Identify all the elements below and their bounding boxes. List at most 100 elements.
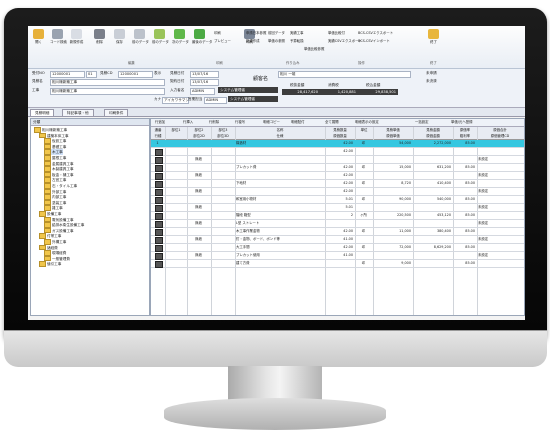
ribbon-button-0[interactable]: 開く: [31, 29, 46, 55]
ribbon-button-3[interactable]: 削除: [92, 29, 107, 55]
cell-unit[interactable]: ヶ所: [356, 212, 371, 219]
table-row[interactable]: 無垢 42.00 未設定: [151, 188, 524, 196]
cell-name[interactable]: 木工事作業金物: [236, 228, 323, 235]
cell-name[interactable]: プレカット費: [236, 164, 323, 171]
cell-qty[interactable]: 41.00: [326, 252, 353, 259]
estimate-date-field[interactable]: 13/07/16: [190, 71, 219, 78]
ribbon-button-1[interactable]: コード検索: [50, 29, 67, 55]
cell-qty[interactable]: 42.00: [326, 148, 353, 155]
row-type-icon[interactable]: [155, 205, 163, 212]
cell-b2[interactable]: 無垢: [188, 204, 209, 211]
grid-toolbar-item[interactable]: 行削除: [209, 119, 219, 126]
cell-no[interactable]: 1: [152, 140, 163, 147]
cell-b2[interactable]: 無垢: [188, 156, 209, 163]
grid-toolbar-item[interactable]: 明細コピー: [263, 119, 280, 126]
ribbon-button-7[interactable]: 次のデータ: [172, 29, 189, 55]
ribbon-small-item[interactable]: 単価比較参照: [304, 46, 324, 51]
table-row[interactable]: 1 構造材 42.00 坪 54,000 2,272,000 85.00: [151, 140, 524, 148]
tab-notes[interactable]: 特記事項・他: [62, 109, 94, 116]
receipt-suffix-field[interactable]: 01: [86, 71, 97, 78]
cell-name[interactable]: 大工手間: [236, 244, 323, 251]
cell-amount[interactable]: 8,629,200: [414, 244, 451, 251]
row-type-icon[interactable]: [155, 197, 163, 204]
cell-rate[interactable]: 85.00: [454, 140, 475, 147]
ribbon-small-item[interactable]: プレビュー: [214, 38, 231, 43]
ribbon-button-5[interactable]: 前のデータ: [132, 29, 149, 55]
cell-qty[interactable]: 2: [326, 212, 353, 219]
table-row[interactable]: 下地材 42.00 坪 8,720 410,400 85.00: [151, 180, 524, 188]
cell-qty[interactable]: 42.00: [326, 188, 353, 195]
cell-price[interactable]: 15,000: [374, 164, 411, 171]
cell-rate[interactable]: 85.00: [454, 228, 475, 235]
ribbon-button-2[interactable]: 新規作成: [69, 29, 84, 55]
ribbon-button-4[interactable]: 保存: [112, 29, 127, 55]
table-row[interactable]: 無垢 42.00 未設定: [151, 172, 524, 180]
ribbon-button-6[interactable]: 前のデータ: [152, 29, 169, 55]
tab-detail[interactable]: 見積明細: [30, 109, 55, 116]
cell-b2[interactable]: 無垢: [188, 172, 209, 179]
row-type-icon[interactable]: [155, 173, 163, 180]
cell-mark[interactable]: 未設定: [478, 156, 521, 163]
cell-mark[interactable]: 未設定: [478, 236, 521, 243]
cell-amount[interactable]: 380,400: [414, 228, 451, 235]
cell-name[interactable]: 和室用小物材: [236, 196, 323, 203]
cell-qty[interactable]: 42.00: [326, 244, 353, 251]
ribbon-small-item[interactable]: BCS-CSVインポート: [358, 38, 390, 43]
cell-mark[interactable]: 未設定: [478, 252, 521, 259]
ribbon-small-item[interactable]: BCS-CSVエクスポート: [358, 30, 393, 35]
ribbon-small-item[interactable]: 新規作成: [246, 38, 260, 43]
table-row[interactable]: 無垢 釘・金物、ボード、ボンド等 41.00 未設定: [151, 236, 524, 244]
cell-qty[interactable]: 5.01: [326, 196, 353, 203]
ribbon-small-item[interactable]: 実績工事: [290, 30, 304, 35]
cell-qty[interactable]: 42.00: [326, 228, 353, 235]
cell-rate[interactable]: 85.00: [454, 196, 475, 203]
contract-date-field[interactable]: 13/07/16: [190, 79, 219, 86]
cell-qty[interactable]: 42.00: [326, 164, 353, 171]
cell-qty[interactable]: 42.00: [326, 180, 353, 187]
grid-toolbar-item[interactable]: 明細表示の設定: [355, 119, 379, 126]
table-row[interactable]: 建て方費 坪 9,000 85.00: [151, 260, 524, 268]
cell-rate[interactable]: 85.00: [454, 164, 475, 171]
cell-qty[interactable]: 41.00: [326, 236, 353, 243]
ribbon-small-item[interactable]: 単価の参照: [268, 38, 285, 43]
column-header[interactable]: 単位: [355, 127, 373, 133]
cell-name[interactable]: 建て方費: [236, 260, 323, 267]
cell-price[interactable]: 54,000: [374, 140, 411, 147]
row-type-icon[interactable]: [155, 253, 163, 260]
cell-name[interactable]: 下地材: [236, 180, 323, 187]
cell-price[interactable]: 8,720: [374, 180, 411, 187]
table-row[interactable]: 42.00: [151, 148, 524, 156]
table-row[interactable]: 和室用小物材 5.01 坪 90,000 540,000 85.00: [151, 196, 524, 204]
cell-b2[interactable]: 無垢: [188, 236, 209, 243]
cell-qty[interactable]: 5.01: [326, 204, 353, 211]
cell-name[interactable]: プレカット使用: [236, 252, 323, 259]
cell-b2[interactable]: 無垢: [188, 220, 209, 227]
grid-toolbar-item[interactable]: 一括設定: [415, 119, 429, 126]
table-row[interactable]: 階段 箱型 2 ヶ所 220,500 453,120 85.00: [151, 212, 524, 220]
row-type-icon[interactable]: [155, 157, 163, 164]
cell-unit[interactable]: 坪: [356, 196, 371, 203]
table-row[interactable]: 無垢 未設定: [151, 156, 524, 164]
ribbon-small-item[interactable]: 実績CSVエクスポート: [328, 38, 362, 43]
cell-rate[interactable]: 85.00: [454, 244, 475, 251]
row-type-icon[interactable]: [155, 165, 163, 172]
cell-unit[interactable]: 坪: [356, 164, 371, 171]
grid-toolbar-item[interactable]: 行追加: [155, 119, 165, 126]
table-row[interactable]: プレカット費 42.00 坪 15,000 631,200 85.00: [151, 164, 524, 172]
ribbon-small-item[interactable]: 印刷: [214, 30, 221, 35]
cell-qty[interactable]: 42.00: [326, 140, 353, 147]
cell-name[interactable]: 構造材: [236, 140, 323, 147]
grid-toolbar-item[interactable]: 行複写: [235, 119, 245, 126]
cell-amount[interactable]: 410,400: [414, 180, 451, 187]
grid-toolbar-item[interactable]: 単価/元へ登録: [451, 119, 473, 126]
sales-user-field[interactable]: ADMIN: [204, 97, 227, 104]
cell-name[interactable]: 釘・金物、ボード、ボンド等: [236, 236, 323, 243]
cell-rate[interactable]: 85.00: [454, 260, 475, 267]
cell-mark[interactable]: 未設定: [478, 220, 521, 227]
cell-amount[interactable]: 453,120: [414, 212, 451, 219]
ribbon-small-item[interactable]: 申請日本参照: [246, 30, 266, 35]
table-row[interactable]: 無垢 5.01 未設定: [151, 204, 524, 212]
cell-price[interactable]: 90,000: [374, 196, 411, 203]
construction-field[interactable]: 相川様新築工事: [50, 88, 165, 95]
table-row[interactable]: 無垢 プレカット使用 41.00 未設定: [151, 252, 524, 260]
